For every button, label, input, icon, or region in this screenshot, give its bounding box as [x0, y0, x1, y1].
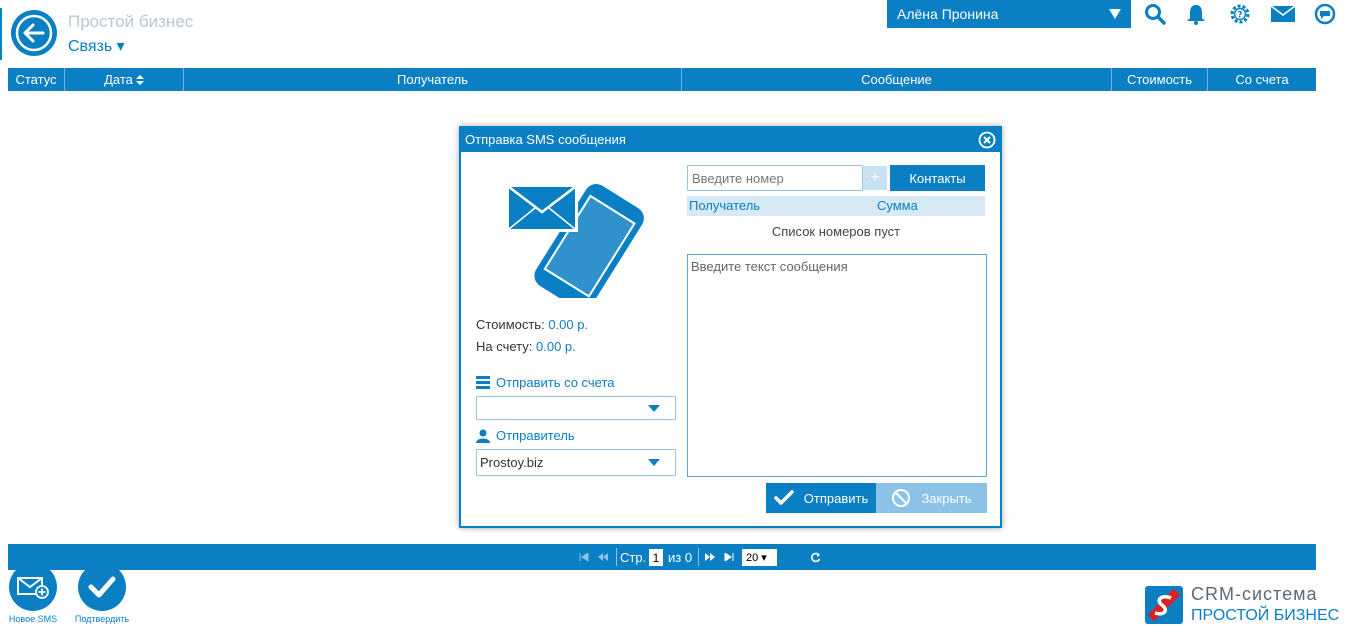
prev-page-icon[interactable]: [598, 553, 608, 561]
brand-line-2: ПРОСТОЙ БИЗНЕС: [1191, 607, 1340, 624]
back-arrow-icon: [15, 14, 53, 52]
gear-help-icon: ?: [1230, 4, 1250, 24]
add-number-button[interactable]: +: [863, 166, 887, 190]
table-header: Статус Дата Получатель Сообщение Стоимос…: [8, 68, 1316, 91]
pager-prev-group: [579, 544, 608, 570]
settings-button[interactable]: ?: [1222, 0, 1258, 28]
pager-next-group: [705, 544, 734, 570]
col-status[interactable]: Статус: [8, 68, 65, 91]
col-from-account[interactable]: Со счета: [1208, 68, 1316, 91]
balance-row: На счету: 0.00 р.: [476, 339, 576, 354]
send-button[interactable]: Отправить: [766, 483, 876, 513]
envelope-icon: [1270, 5, 1296, 22]
check-icon: [774, 490, 794, 505]
brand-logo-icon: [1145, 586, 1183, 624]
cost-label: Стоимость:: [476, 317, 545, 332]
page-label: Стр.: [620, 549, 647, 565]
next-page-icon[interactable]: [705, 553, 715, 561]
messages-button[interactable]: [1265, 0, 1301, 28]
cost-row: Стоимость: 0.00 р.: [476, 317, 588, 332]
dialog-header: Отправка SMS сообщения: [461, 128, 1000, 152]
close-label: Закрыть: [921, 490, 972, 506]
refresh-icon: [811, 552, 821, 562]
recipients-header: Получатель Сумма: [687, 196, 985, 216]
account-select[interactable]: [476, 396, 676, 420]
new-sms-action[interactable]: [9, 563, 57, 611]
contacts-button[interactable]: Контакты: [890, 165, 985, 191]
message-textarea[interactable]: [687, 254, 987, 477]
confirm-action[interactable]: [78, 563, 126, 611]
sender-label: Отправитель: [496, 428, 575, 443]
chat-button[interactable]: [1307, 0, 1343, 28]
user-icon: [476, 429, 490, 443]
pager-divider: [616, 548, 617, 566]
refresh-button[interactable]: [810, 544, 821, 570]
sms-phone-illustration: [506, 184, 644, 298]
sender-select-value: Prostoy.biz: [480, 455, 544, 470]
col-recipient[interactable]: Получатель: [184, 68, 682, 91]
per-page-select[interactable]: 20 ▾: [742, 549, 777, 566]
envelope-plus-icon: [17, 577, 49, 599]
section-dropdown[interactable]: Связь ▾: [68, 36, 125, 56]
balance-value: 0.00 р.: [536, 339, 576, 354]
search-button[interactable]: [1137, 0, 1173, 28]
pager-bar: Стр. 1 из 0 20 ▾: [8, 544, 1316, 570]
col-date-label: Дата: [104, 72, 133, 87]
new-sms-label: Новое SMS: [8, 614, 58, 624]
user-menu[interactable]: Алёна Пронина: [887, 0, 1131, 28]
sender-label-row: Отправитель: [476, 428, 575, 443]
svg-text:?: ?: [1237, 11, 1242, 21]
app-title: Простой бизнес: [68, 12, 194, 31]
back-button[interactable]: [11, 10, 57, 56]
page-count: из 0: [668, 549, 693, 565]
user-name: Алёна Пронина: [897, 6, 999, 22]
bell-icon: [1187, 5, 1205, 25]
confirm-label: Подтвердить: [74, 614, 130, 624]
header-accent-rule: [0, 8, 2, 60]
search-icon: [1145, 4, 1166, 25]
empty-list-text: Список номеров пуст: [771, 224, 901, 239]
page-number-input[interactable]: 1: [649, 549, 663, 566]
col-cost[interactable]: Стоимость: [1112, 68, 1208, 91]
balance-label: На счету:: [476, 339, 533, 354]
sort-icon: [135, 74, 144, 85]
notifications-button[interactable]: [1178, 0, 1214, 28]
cost-value: 0.00 р.: [548, 317, 589, 332]
ban-icon: [892, 489, 911, 507]
chat-icon: [1314, 3, 1336, 25]
pager-divider: [698, 548, 699, 566]
close-dialog-button[interactable]: Закрыть: [876, 483, 987, 513]
brand-line-1: CRM-система: [1191, 584, 1318, 604]
confirm-button[interactable]: [78, 563, 126, 611]
col-date[interactable]: Дата: [65, 68, 184, 91]
new-sms-button[interactable]: [9, 563, 57, 611]
send-label: Отправить: [803, 490, 869, 506]
caret-down-icon: [1109, 9, 1121, 19]
account-label: Отправить со счета: [496, 375, 615, 390]
check-icon: [88, 576, 116, 598]
last-page-icon[interactable]: [724, 553, 734, 561]
sum-col-label: Сумма: [877, 198, 918, 213]
send-sms-dialog: Отправка SMS сообщения Стоимость: 0.00 р…: [459, 126, 1002, 528]
recipients-col-label: Получатель: [689, 198, 761, 213]
dropdown-arrow-icon: [648, 459, 660, 466]
first-page-icon[interactable]: [579, 553, 589, 561]
sender-select[interactable]: Prostoy.biz: [476, 449, 676, 476]
phone-number-input[interactable]: [687, 165, 863, 191]
close-icon[interactable]: [978, 131, 996, 149]
account-label-row: Отправить со счета: [476, 375, 615, 390]
dropdown-arrow-icon: [648, 404, 660, 412]
dialog-title: Отправка SMS сообщения: [465, 132, 626, 147]
col-message[interactable]: Сообщение: [682, 68, 1112, 91]
database-icon: [476, 376, 490, 389]
